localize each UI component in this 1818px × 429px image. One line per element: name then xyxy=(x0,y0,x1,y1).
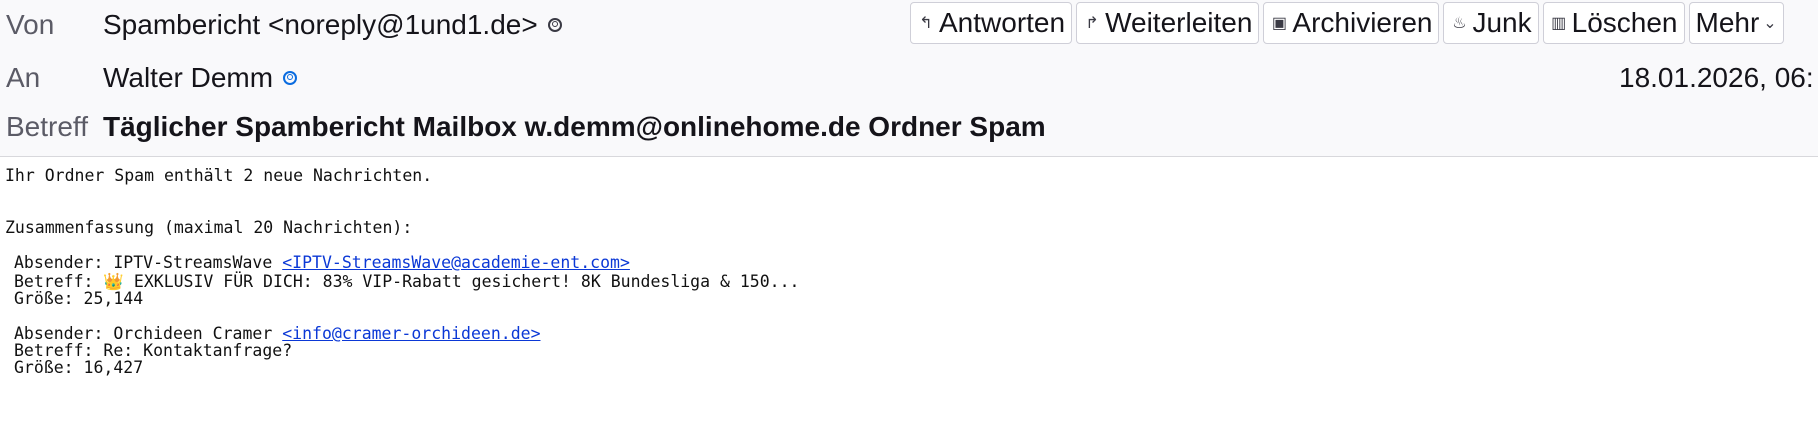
contact-icon[interactable] xyxy=(547,18,562,32)
reply-label: Antworten xyxy=(939,7,1066,38)
forward-label: Weiterleiten xyxy=(1105,7,1253,38)
from-address[interactable]: Spambericht <noreply@1und1.de> xyxy=(103,9,538,41)
subject-text: EXKLUSIV FÜR DICH: 83% VIP-Rabatt gesich… xyxy=(123,272,800,291)
more-label: Mehr xyxy=(1695,7,1760,38)
archive-icon: ▣ xyxy=(1271,15,1287,32)
trash-icon: ▥ xyxy=(1551,15,1567,32)
summary-heading: Zusammenfassung (maximal 20 Nachrichten)… xyxy=(5,218,413,237)
from-value[interactable]: Spambericht <noreply@1und1.de> xyxy=(103,9,562,41)
chevron-down-icon: ⌄ xyxy=(1763,15,1777,32)
message-sender-line: Absender: IPTV-StreamsWave <IPTV-Streams… xyxy=(14,253,630,273)
sender-email-link[interactable]: <IPTV-StreamsWave@academie-ent.com> xyxy=(282,253,630,272)
junk-icon: ♨ xyxy=(1452,15,1467,32)
message-size-line: Größe: 16,427 xyxy=(14,358,144,377)
message-body: Ihr Ordner Spam enthält 2 neue Nachricht… xyxy=(0,160,1818,429)
sender-text: Absender: IPTV-StreamsWave xyxy=(14,253,283,272)
to-value[interactable]: Walter Demm xyxy=(103,62,298,94)
subject-value: Täglicher Spambericht Mailbox w.demm@onl… xyxy=(103,111,1046,142)
forward-button[interactable]: ↱ Weiterleiten xyxy=(1076,2,1260,44)
contact-icon[interactable] xyxy=(283,71,298,85)
more-button[interactable]: Mehr ⌄ xyxy=(1688,2,1784,44)
archive-button[interactable]: ▣ Archivieren xyxy=(1263,2,1440,44)
delete-button[interactable]: ▥ Löschen xyxy=(1542,2,1685,44)
message-header: Von Spambericht <noreply@1und1.de> ↰ Ant… xyxy=(0,0,1818,157)
to-recipient[interactable]: Walter Demm xyxy=(103,62,273,94)
forward-icon: ↱ xyxy=(1085,15,1099,32)
reply-button[interactable]: ↰ Antworten xyxy=(910,2,1073,44)
from-label: Von xyxy=(6,9,55,40)
message-toolbar: ↰ Antworten ↱ Weiterleiten ▣ Archivieren… xyxy=(910,2,1784,44)
junk-label: Junk xyxy=(1472,7,1532,38)
message-size-line: Größe: 25,144 xyxy=(14,289,144,308)
to-label: An xyxy=(6,62,41,93)
sender-email-link[interactable]: <info@cramer-orchideen.de> xyxy=(282,324,540,343)
delete-label: Löschen xyxy=(1571,7,1678,38)
subject-label: Betreff xyxy=(6,111,88,142)
junk-button[interactable]: ♨ Junk xyxy=(1443,2,1539,44)
reply-icon: ↰ xyxy=(919,15,933,32)
archive-label: Archivieren xyxy=(1292,7,1433,38)
intro-text: Ihr Ordner Spam enthält 2 neue Nachricht… xyxy=(5,166,433,185)
message-date: 18.01.2026, 06: xyxy=(1619,62,1814,93)
